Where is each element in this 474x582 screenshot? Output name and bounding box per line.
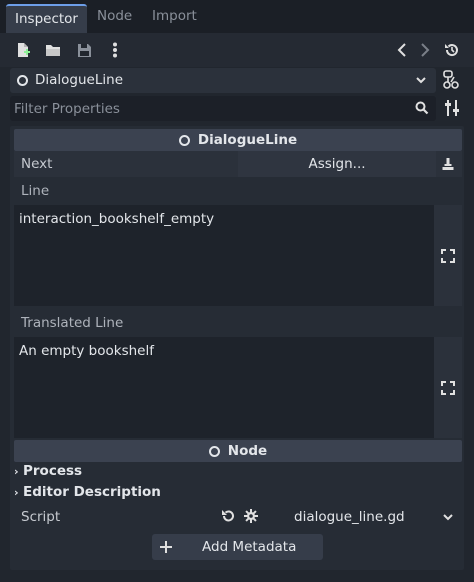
history-forward-icon[interactable] — [414, 39, 436, 61]
tab-import[interactable]: Import — [152, 8, 197, 24]
resource-dropdown-icon[interactable] — [442, 157, 454, 171]
section-header-dialogueline: DialogueLine — [14, 129, 462, 151]
revert-icon[interactable] — [221, 509, 235, 523]
open-folder-icon[interactable] — [42, 39, 64, 61]
kebab-menu-icon[interactable] — [104, 39, 126, 61]
chevron-down-icon[interactable] — [442, 511, 454, 523]
category-label: Process — [23, 463, 83, 479]
translated-line-text-field[interactable]: An empty bookshelf — [14, 337, 434, 438]
property-label-line: Line — [21, 183, 50, 199]
object-class-icon — [17, 75, 28, 86]
property-script: Script dialogue_line.gd — [14, 504, 462, 529]
expand-icon — [441, 248, 455, 263]
add-metadata-label: Add Metadata — [202, 539, 297, 555]
section-header-node: Node — [14, 440, 462, 462]
save-icon[interactable] — [73, 39, 95, 61]
property-label-next: Next — [21, 156, 53, 172]
chevron-right-icon: › — [14, 465, 19, 478]
tab-inspector[interactable]: Inspector — [6, 4, 87, 33]
class-icon — [208, 445, 220, 457]
chevron-down-icon[interactable] — [415, 74, 427, 86]
history-back-icon[interactable] — [391, 39, 413, 61]
filter-properties-input[interactable] — [10, 96, 410, 121]
expand-icon — [441, 380, 455, 395]
search-icon — [415, 101, 429, 115]
chevron-right-icon: › — [14, 486, 19, 499]
property-options-icon[interactable] — [444, 99, 460, 117]
section-title: DialogueLine — [197, 132, 298, 148]
script-file-name[interactable]: dialogue_line.gd — [294, 509, 405, 525]
gear-icon[interactable] — [244, 509, 258, 523]
property-label-translated-line: Translated Line — [21, 315, 124, 331]
dock-tab-bar: Inspector Node Import — [0, 0, 474, 33]
object-selector[interactable]: DialogueLine — [10, 68, 436, 93]
property-next: Next Assign... — [14, 151, 462, 177]
expand-text-button[interactable] — [434, 337, 462, 438]
category-process[interactable]: › Process — [14, 463, 82, 479]
line-text-field[interactable]: interaction_bookshelf_empty — [14, 205, 434, 306]
expand-text-button[interactable] — [434, 205, 462, 306]
tab-node[interactable]: Node — [97, 8, 132, 24]
new-resource-icon[interactable] — [12, 39, 34, 61]
plus-icon — [160, 541, 172, 553]
assign-button[interactable]: Assign... — [238, 151, 436, 177]
inspector-toolbar — [0, 33, 474, 67]
history-list-icon[interactable] — [441, 39, 463, 61]
property-label-script: Script — [21, 509, 61, 525]
category-editor-description[interactable]: › Editor Description — [14, 484, 161, 500]
add-metadata-button[interactable]: Add Metadata — [152, 534, 323, 560]
open-documentation-icon[interactable] — [442, 70, 460, 90]
category-label: Editor Description — [23, 484, 161, 500]
class-icon — [178, 134, 190, 146]
object-name: DialogueLine — [35, 72, 123, 88]
section-title: Node — [227, 443, 268, 459]
filter-properties-bar — [10, 96, 436, 121]
